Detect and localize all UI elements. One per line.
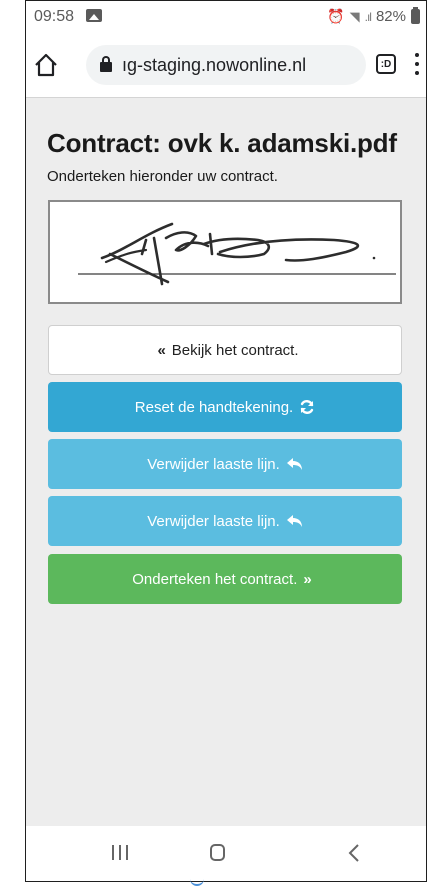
image-notification-icon: [86, 9, 102, 22]
signature-drawing: [78, 222, 396, 286]
status-icons: ⏰ ◥ .ıl 82%: [327, 7, 420, 25]
lock-icon: [100, 56, 112, 72]
reply-arrow-icon: [286, 515, 302, 527]
view-contract-label: Bekijk het contract.: [171, 341, 299, 359]
url-text: ıg-staging.nowonline.nl: [122, 55, 307, 75]
decorative-mark: [190, 878, 204, 886]
phone-screen: 09:58 ⏰ ◥ .ıl 82% ıg-staging.nowonline.n…: [25, 0, 427, 882]
double-chevron-right-icon: »: [303, 570, 312, 588]
undo-last-line-button[interactable]: Verwijder laaste lijn.: [48, 439, 402, 489]
alarm-icon: ⏰: [327, 8, 345, 24]
browser-toolbar: ıg-staging.nowonline.nl :D: [26, 31, 426, 98]
page-subtitle: Onderteken hieronder uw contract.: [47, 168, 278, 185]
undo-last-line-label: Verwijder laaste lijn.: [147, 455, 280, 473]
back-icon[interactable]: [348, 843, 360, 868]
signature-pad[interactable]: [48, 200, 402, 304]
double-chevron-left-icon: «: [157, 341, 166, 359]
battery-percent: 82%: [375, 8, 406, 25]
battery-icon: [411, 7, 420, 24]
reset-signature-button[interactable]: Reset de handtekening.: [48, 382, 402, 432]
home-icon[interactable]: [32, 51, 60, 79]
view-contract-button[interactable]: « Bekijk het contract.: [48, 325, 402, 375]
recent-apps-icon[interactable]: [112, 845, 128, 860]
address-bar[interactable]: ıg-staging.nowonline.nl: [86, 45, 366, 85]
status-bar: 09:58 ⏰ ◥ .ıl 82%: [26, 1, 426, 31]
home-nav-icon[interactable]: [210, 844, 225, 861]
undo-last-line-label-2: Verwijder laaste lijn.: [147, 512, 280, 530]
wifi-icon: ◥: [349, 8, 360, 24]
tab-switcher-button[interactable]: :D: [376, 54, 396, 74]
page-title: Contract: ovk k. adamski.pdf: [47, 128, 397, 158]
reset-signature-label: Reset de handtekening.: [134, 398, 294, 416]
undo-last-line-button-2[interactable]: Verwijder laaste lijn.: [48, 496, 402, 546]
android-nav-bar: [26, 826, 426, 881]
refresh-icon: [301, 400, 314, 414]
sign-contract-button[interactable]: Onderteken het contract. »: [48, 554, 402, 604]
sign-contract-label: Onderteken het contract.: [132, 570, 298, 588]
reply-arrow-icon: [286, 458, 302, 470]
status-time: 09:58: [34, 8, 75, 25]
signal-icon: .ıl: [364, 9, 372, 24]
browser-menu-icon[interactable]: [414, 53, 420, 75]
